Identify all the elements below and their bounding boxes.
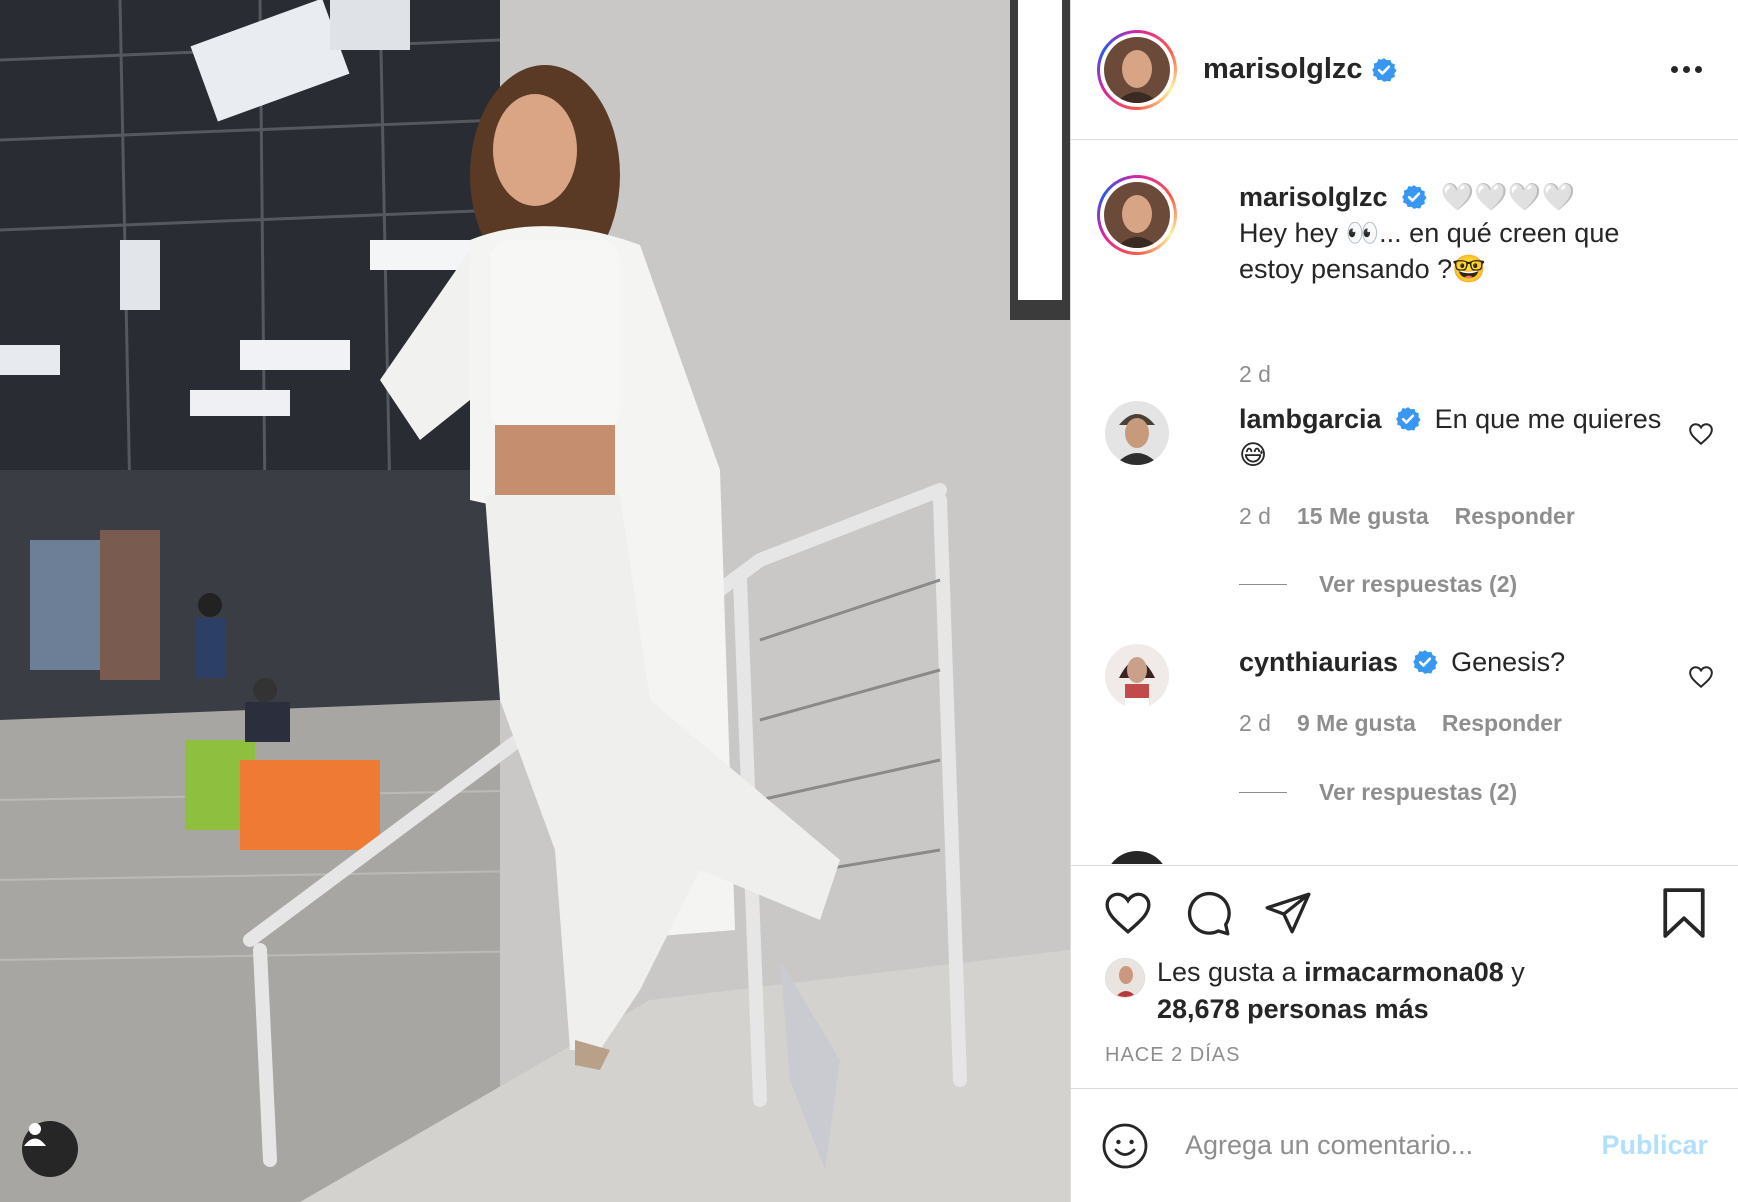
likes-text: Les gusta a irmacarmona08 y 28,678 perso…	[1157, 954, 1525, 1028]
author-username[interactable]: marisolglzc	[1203, 53, 1363, 86]
commenter-avatar[interactable]	[1105, 851, 1169, 864]
caption-body: Hey hey 👀... en qué creen que estoy pens…	[1239, 218, 1620, 284]
likes-prefix: Les gusta a	[1157, 957, 1297, 987]
post-header: marisolglzc	[1071, 0, 1738, 140]
caption-text: marisolglzc 🤍🤍🤍🤍 Hey hey 👀... en qué cre…	[1239, 179, 1678, 287]
comment-like-heart-icon[interactable]	[1688, 664, 1714, 690]
add-comment-bar: Agrega un comentario... Publicar	[1071, 1088, 1738, 1202]
view-replies-label: Ver respuestas (2)	[1319, 571, 1518, 597]
share-icon[interactable]	[1263, 888, 1313, 938]
post-photo[interactable]	[0, 0, 1070, 1202]
verified-icon	[1402, 184, 1427, 209]
likes-count-link[interactable]: 28,678 personas más	[1157, 994, 1429, 1024]
comment-icon[interactable]	[1183, 888, 1233, 938]
comment-body: Genesis?	[1451, 647, 1566, 677]
likes-connector: y	[1511, 957, 1525, 987]
comment-meta: 2 d 9 Me gusta Responder	[1239, 710, 1562, 737]
view-replies-button[interactable]: Ver respuestas (2)	[1239, 571, 1517, 598]
view-replies-label: Ver respuestas (2)	[1319, 779, 1518, 805]
author-avatar[interactable]	[1097, 29, 1177, 110]
publish-button[interactable]: Publicar	[1601, 1130, 1708, 1161]
commenter-avatar[interactable]	[1105, 401, 1169, 465]
replies-divider	[1239, 584, 1287, 585]
comment-like-heart-icon[interactable]	[1688, 421, 1714, 447]
comment-input[interactable]: Agrega un comentario...	[1185, 1130, 1601, 1161]
liker-username[interactable]: irmacarmona08	[1304, 957, 1504, 987]
comment-likes[interactable]: 15 Me gusta	[1297, 503, 1429, 530]
likes-summary: Les gusta a irmacarmona08 y 28,678 perso…	[1105, 954, 1525, 1028]
bookmark-icon[interactable]	[1661, 888, 1707, 938]
post-timestamp[interactable]: HACE 2 DÍAS	[1105, 1044, 1240, 1067]
verified-icon	[1396, 406, 1421, 431]
caption-hearts: 🤍🤍🤍🤍	[1440, 182, 1576, 212]
caption-meta: 2 d	[1239, 361, 1271, 388]
comment-time[interactable]: 2 d	[1239, 710, 1271, 737]
post-detail-panel: marisolglzc marisolglzc 🤍🤍🤍🤍 Hey hey 👀..…	[1070, 0, 1738, 1202]
comment-text: cynthiaurias Genesis?	[1239, 644, 1678, 680]
comment-likes[interactable]: 9 Me gusta	[1297, 710, 1416, 737]
comment-username[interactable]: cynthiaurias	[1239, 647, 1398, 677]
verified-icon	[1371, 57, 1397, 82]
more-options-icon[interactable]	[1661, 56, 1712, 83]
view-replies-button[interactable]: Ver respuestas (2)	[1239, 779, 1517, 806]
comment-username[interactable]: lambgarcia	[1239, 404, 1382, 434]
user-tag-icon[interactable]	[22, 1121, 78, 1177]
comments-list[interactable]: marisolglzc 🤍🤍🤍🤍 Hey hey 👀... en qué cre…	[1071, 141, 1738, 864]
reply-button[interactable]: Responder	[1442, 710, 1562, 737]
caption-username[interactable]: marisolglzc	[1239, 182, 1388, 212]
reply-button[interactable]: Responder	[1455, 503, 1575, 530]
comment-text: lambgarcia En que me quieres 😅	[1239, 401, 1678, 473]
caption-avatar[interactable]	[1097, 175, 1177, 255]
caption-time[interactable]: 2 d	[1239, 361, 1271, 388]
emoji-icon[interactable]	[1101, 1122, 1149, 1170]
heart-icon[interactable]	[1103, 888, 1153, 938]
liker-avatar[interactable]	[1105, 958, 1145, 998]
comment-meta: 2 d 15 Me gusta Responder	[1239, 503, 1575, 530]
commenter-avatar[interactable]	[1105, 644, 1169, 708]
post-actions: Les gusta a irmacarmona08 y 28,678 perso…	[1071, 865, 1738, 1095]
photo-illustration	[0, 0, 1070, 1202]
verified-icon	[1412, 649, 1438, 674]
comment-time[interactable]: 2 d	[1239, 503, 1271, 530]
replies-divider	[1239, 792, 1287, 793]
